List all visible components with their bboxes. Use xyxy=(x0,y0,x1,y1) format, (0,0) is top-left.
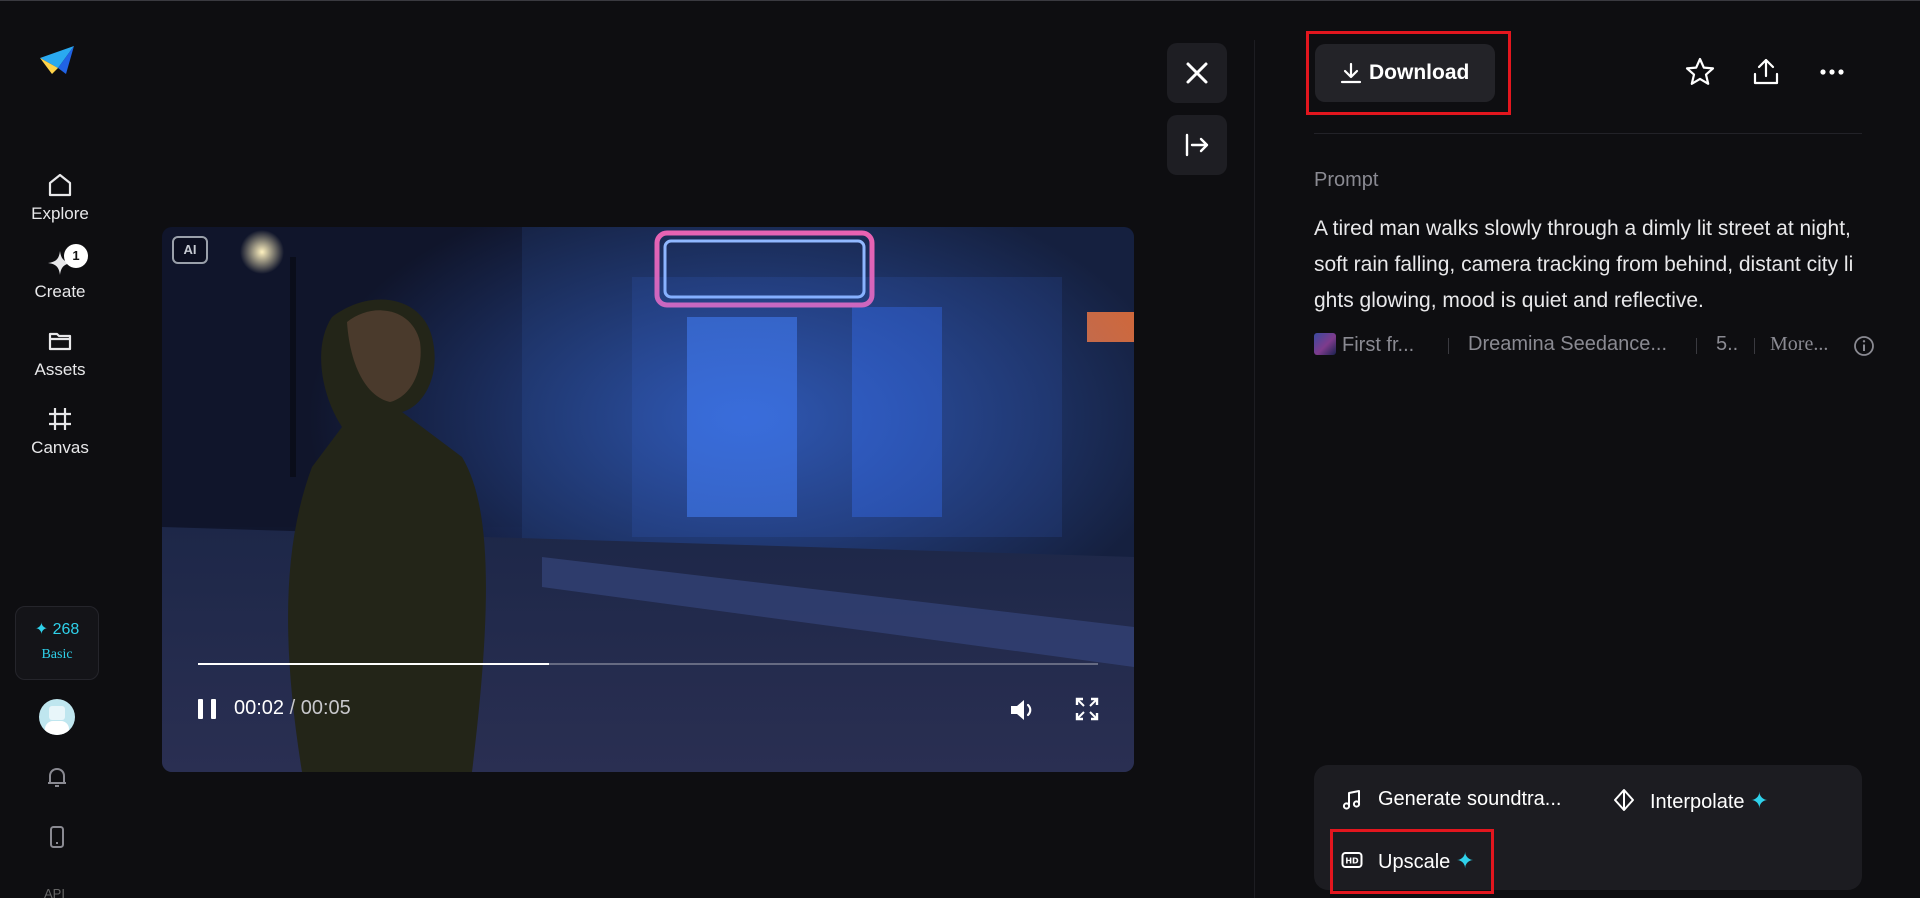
pause-icon-bar-right xyxy=(211,699,216,719)
upscale-label: Upscale ✦ xyxy=(1378,848,1474,874)
avatar-head xyxy=(49,706,65,720)
close-button[interactable] xyxy=(1167,43,1227,103)
collapse-panel-button[interactable] xyxy=(1167,115,1227,175)
download-label: Download xyxy=(1369,61,1470,84)
svg-text:HD: HD xyxy=(1345,857,1359,866)
mobile-icon[interactable] xyxy=(42,822,72,852)
meta-first-frame-label: First fr... xyxy=(1342,334,1415,356)
tools-panel: Generate soundtra... Interpolate ✦ HD Up… xyxy=(1314,765,1862,890)
sidebar-item-label: Assets xyxy=(34,360,86,379)
upscale-text: Upscale xyxy=(1378,851,1451,873)
collapse-right-icon xyxy=(1185,133,1209,157)
app-logo-icon[interactable] xyxy=(36,38,78,80)
pause-button[interactable] xyxy=(196,697,220,721)
download-icon xyxy=(1340,62,1362,84)
premium-sparkle-icon: ✦ xyxy=(1750,788,1769,813)
sidebar-item-label: Create xyxy=(34,282,86,301)
prompt-text: A tired man walks slowly through a dimly… xyxy=(1314,217,1854,312)
api-link[interactable]: API xyxy=(44,886,65,898)
meta-first-frame[interactable]: First fr... xyxy=(1314,333,1414,357)
interpolate-label: Interpolate ✦ xyxy=(1650,788,1769,814)
sidebar-item-explore[interactable]: Explore xyxy=(0,170,120,224)
first-frame-thumbnail xyxy=(1314,333,1336,355)
current-time: 00:02 xyxy=(234,697,285,719)
video-time: 00:02 / 00:05 xyxy=(234,697,351,720)
bell-icon[interactable] xyxy=(42,762,72,792)
pause-icon-bar-left xyxy=(198,699,203,719)
interpolate-icon xyxy=(1614,789,1634,811)
sidebar-item-label: Canvas xyxy=(31,438,89,457)
meta-separator xyxy=(1448,338,1449,354)
more-icon[interactable] xyxy=(1816,56,1848,88)
video-progress-track[interactable] xyxy=(198,663,1098,665)
time-separator: / xyxy=(284,697,301,719)
star-icon[interactable] xyxy=(1684,56,1716,88)
download-button[interactable]: Download xyxy=(1315,44,1495,102)
notification-badge: 1 xyxy=(64,244,88,268)
video-duration: 00:05 xyxy=(300,697,351,719)
canvas-icon xyxy=(49,408,71,430)
credits-panel[interactable]: ✦ 268 Basic xyxy=(15,606,99,680)
meta-model[interactable]: Dreamina Seedance... xyxy=(1468,333,1667,356)
folder-icon xyxy=(48,332,72,351)
sidebar-item-assets[interactable]: Assets xyxy=(0,326,120,380)
interpolate-text: Interpolate xyxy=(1650,791,1745,813)
meta-separator xyxy=(1696,338,1697,354)
close-icon xyxy=(1186,62,1208,84)
premium-sparkle-icon: ✦ xyxy=(1455,848,1475,873)
sidebar-item-label: Explore xyxy=(31,204,89,223)
panel-divider xyxy=(1254,40,1255,898)
video-player[interactable]: AI 00:02 / 00:05 xyxy=(162,227,1134,772)
prompt-label: Prompt xyxy=(1314,169,1379,191)
avatar[interactable] xyxy=(39,699,75,735)
sidebar-item-canvas[interactable]: Canvas xyxy=(0,404,120,458)
meta-separator xyxy=(1754,338,1755,354)
plan-label: Basic xyxy=(41,647,73,662)
hd-icon: HD xyxy=(1341,852,1363,868)
share-icon[interactable] xyxy=(1750,56,1782,88)
info-icon[interactable] xyxy=(1852,334,1876,358)
header-divider xyxy=(1314,133,1862,134)
volume-icon[interactable] xyxy=(1008,696,1038,724)
meta-duration: 5.. xyxy=(1716,333,1739,355)
credits-amount: ✦ 268 xyxy=(34,621,80,638)
home-icon xyxy=(48,173,72,197)
fullscreen-icon[interactable] xyxy=(1074,696,1100,722)
meta-more-link[interactable]: More... xyxy=(1770,333,1828,356)
music-note-icon xyxy=(1342,790,1361,810)
top-border xyxy=(0,0,1920,1)
app-root: Explore 1 Create Assets Canvas ✦ 268 Bas… xyxy=(0,0,1920,898)
ai-generated-badge: AI xyxy=(172,236,208,264)
sidebar-item-create[interactable]: 1 Create xyxy=(0,244,120,302)
sidebar: Explore 1 Create Assets Canvas ✦ 268 Bas… xyxy=(0,0,120,898)
avatar-body xyxy=(45,721,69,735)
generate-soundtrack-label: Generate soundtra... xyxy=(1378,788,1562,810)
video-progress-fill xyxy=(198,663,549,665)
video-frame xyxy=(162,227,1134,772)
